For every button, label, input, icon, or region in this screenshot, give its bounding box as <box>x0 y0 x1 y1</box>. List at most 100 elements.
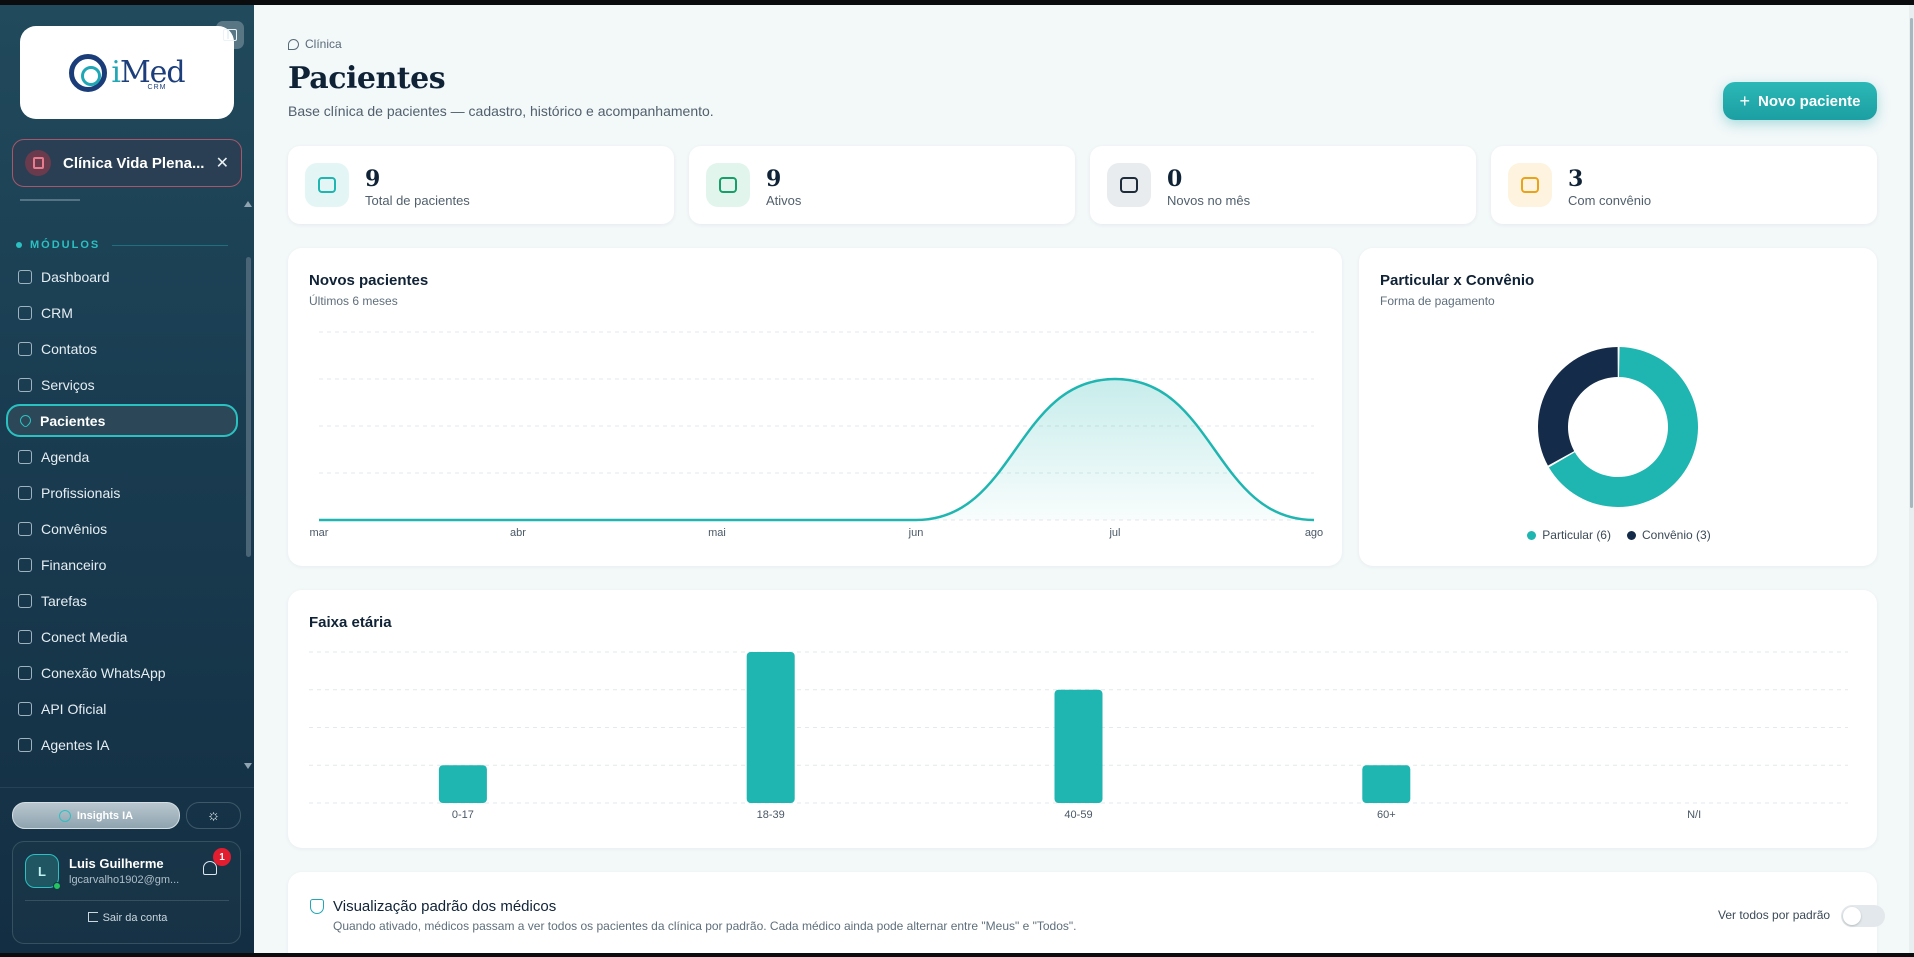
payment-donut-chart <box>1538 347 1698 507</box>
heart-pulse-icon <box>706 163 750 207</box>
sidebar-item-financeiro[interactable]: Financeiro <box>6 548 238 581</box>
sidebar-item-tarefas[interactable]: Tarefas <box>6 584 238 617</box>
checkbox-icon <box>18 593 32 608</box>
x-tick-label: jul <box>1108 527 1120 539</box>
bar[interactable] <box>1054 689 1103 803</box>
calendar-icon <box>18 449 32 464</box>
clinic-selector[interactable]: Clínica Vida Plena... ✕ <box>12 139 242 187</box>
new-patients-card: Novos pacientes Últimos 6 meses mar abr ma… <box>288 248 1342 566</box>
legend-swatch <box>1527 530 1537 540</box>
insights-ia-button[interactable]: Insights IA <box>12 802 180 829</box>
window-bottom-bar <box>0 953 1914 957</box>
user-card: L Luis Guilherme lgcarvalho1902@gm... 1 … <box>12 841 241 944</box>
stat-value: 0 <box>1167 166 1183 192</box>
shield-check-icon <box>1508 163 1552 207</box>
legend-label: Particular (6) <box>1542 528 1611 542</box>
plus-icon: + <box>1739 90 1750 111</box>
doctor-visibility-card: Visualização padrão dos médicos Quando a… <box>288 872 1885 953</box>
page-subtitle: Base clínica de pacientes — cadastro, hi… <box>288 103 714 119</box>
logo[interactable]: iMed CRM <box>20 26 234 119</box>
legend-item[interactable]: Convênio (3) <box>1626 528 1711 542</box>
sidebar-item-label: Tarefas <box>41 592 87 609</box>
scroll-up-arrow[interactable] <box>244 201 252 207</box>
toggle-label: Ver todos por padrão <box>1718 908 1831 922</box>
sidebar-item-label: Conexão WhatsApp <box>41 664 166 681</box>
sidebar-item-label: Agentes IA <box>41 736 110 753</box>
bar[interactable] <box>1362 765 1411 803</box>
close-icon[interactable]: ✕ <box>216 153 229 173</box>
sidebar-item-api-oficial[interactable]: API Oficial <box>6 692 238 725</box>
sparkle-icon <box>58 809 71 822</box>
x-tick-label: abr <box>510 527 526 539</box>
stat-label: Com convênio <box>1568 193 1652 208</box>
sidebar-item-agentes-ia[interactable]: Agentes IA <box>6 728 238 761</box>
stethoscope-icon <box>18 485 32 500</box>
sidebar-item-label: Pacientes <box>40 412 106 429</box>
page-scrollbar-thumb[interactable] <box>1910 18 1913 508</box>
see-all-toggle[interactable] <box>1841 905 1885 927</box>
pie-slice[interactable] <box>1538 347 1618 466</box>
x-tick-label: N/I <box>1687 809 1701 821</box>
scroll-down-arrow[interactable] <box>244 763 252 769</box>
x-tick-label: mai <box>708 527 726 539</box>
divider <box>25 900 229 901</box>
sidebar: iMed CRM Clínica Vida Plena... ✕ MÓDULOS… <box>0 5 254 953</box>
logout-icon <box>87 912 98 922</box>
sidebar-item-conect-media[interactable]: Conect Media <box>6 620 238 653</box>
phone-icon <box>18 665 32 680</box>
users-icon <box>305 163 349 207</box>
x-tick-label: 18-39 <box>757 809 785 821</box>
logout-button[interactable]: Sair da conta <box>13 912 242 924</box>
legend-item[interactable]: Particular (6) <box>1527 528 1611 542</box>
visibility-title: Visualização padrão dos médicos <box>333 898 557 915</box>
sidebar-item-dashboard[interactable]: Dashboard <box>6 260 238 293</box>
sidebar-nav: MÓDULOS Dashboard CRM Contatos Serviços Paci… <box>0 197 254 775</box>
bar[interactable] <box>746 652 795 803</box>
sidebar-item-partial <box>20 197 80 201</box>
sidebar-item-servi-os[interactable]: Serviços <box>6 368 238 401</box>
stat-label: Total de pacientes <box>365 193 470 208</box>
legend-label: Convênio (3) <box>1641 528 1711 542</box>
stat-card: 9 Ativos <box>689 146 1075 224</box>
sidebar-toggle-icon <box>223 29 237 41</box>
collapse-sidebar-button[interactable] <box>216 21 244 49</box>
home-icon <box>18 269 32 284</box>
new-patient-button[interactable]: + Novo paciente <box>1723 82 1877 120</box>
wallet-icon <box>18 557 32 572</box>
sun-icon: ☼ <box>206 807 221 824</box>
sidebar-item-label: Profissionais <box>41 484 121 501</box>
sidebar-item-conex-o-whatsapp[interactable]: Conexão WhatsApp <box>6 656 238 689</box>
bot-icon <box>18 737 32 752</box>
x-tick-label: ago <box>1305 527 1323 539</box>
stethoscope-icon <box>288 38 299 50</box>
sidebar-item-agenda[interactable]: Agenda <box>6 440 238 473</box>
logo-mark-icon <box>69 53 108 92</box>
grid-icon <box>18 305 32 320</box>
breadcrumb: Clínica <box>288 37 342 51</box>
age-range-card: Faixa etária 0-17 18-39 40-59 60+ N/I <box>288 590 1877 848</box>
sidebar-item-profissionais[interactable]: Profissionais <box>6 476 238 509</box>
theme-toggle-button[interactable]: ☼ <box>186 802 241 829</box>
bar[interactable] <box>438 765 487 803</box>
sidebar-item-contatos[interactable]: Contatos <box>6 332 238 365</box>
box-icon <box>18 377 32 392</box>
logo-subtitle: CRM <box>147 84 167 91</box>
stat-value: 9 <box>365 166 381 192</box>
contacts-icon <box>18 341 32 356</box>
sidebar-scrollbar[interactable] <box>246 257 251 557</box>
notification-badge: 1 <box>213 848 231 866</box>
sidebar-item-crm[interactable]: CRM <box>6 296 238 329</box>
payment-card: Particular x Convênio Forma de pagamento… <box>1359 248 1877 566</box>
sidebar-item-label: Contatos <box>41 340 98 357</box>
page-title: Pacientes <box>288 61 446 96</box>
main-content: Clínica Pacientes Base clínica de pacien… <box>254 5 1909 953</box>
sidebar-item-pacientes[interactable]: Pacientes <box>6 404 238 437</box>
user-name: Luis Guilherme <box>69 856 164 871</box>
sidebar-item-label: API Oficial <box>41 700 107 717</box>
sidebar-item-conv-nios[interactable]: Convênios <box>6 512 238 545</box>
x-tick-label: 60+ <box>1377 809 1396 821</box>
shield-check-icon <box>310 899 324 914</box>
x-tick-label: 0-17 <box>452 809 474 821</box>
x-tick-label: mar <box>310 527 329 539</box>
modules-section-title: MÓDULOS <box>16 239 229 251</box>
